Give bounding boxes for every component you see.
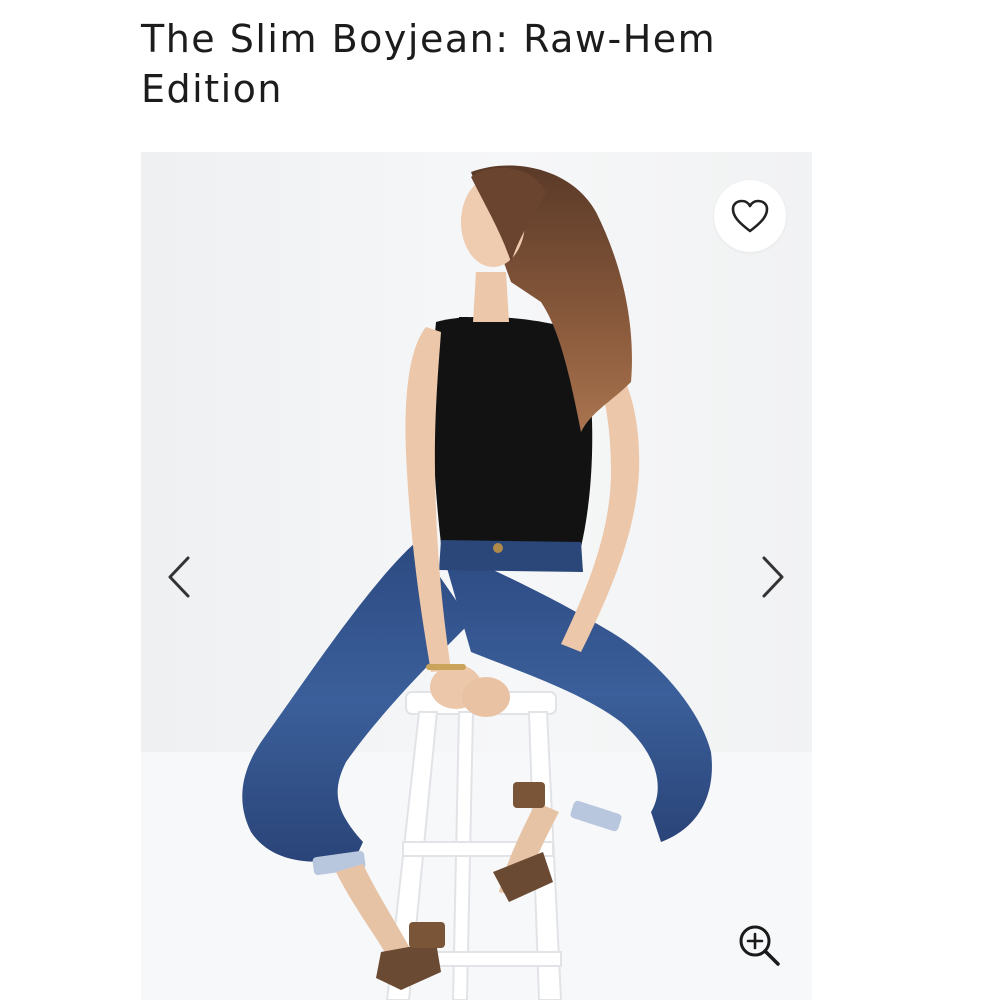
heart-outline-icon	[731, 199, 769, 233]
product-image-gallery[interactable]	[141, 152, 812, 1000]
chevron-left-icon	[168, 556, 190, 598]
favorite-button[interactable]	[714, 180, 786, 252]
previous-image-button[interactable]	[157, 547, 201, 607]
zoom-in-icon	[739, 925, 780, 966]
product-title: The Slim Boyjean: Raw-Hem Edition	[141, 17, 717, 111]
zoom-button[interactable]	[731, 917, 787, 973]
next-image-button[interactable]	[751, 547, 795, 607]
product-photo	[141, 152, 812, 1000]
chevron-right-icon	[762, 556, 784, 598]
